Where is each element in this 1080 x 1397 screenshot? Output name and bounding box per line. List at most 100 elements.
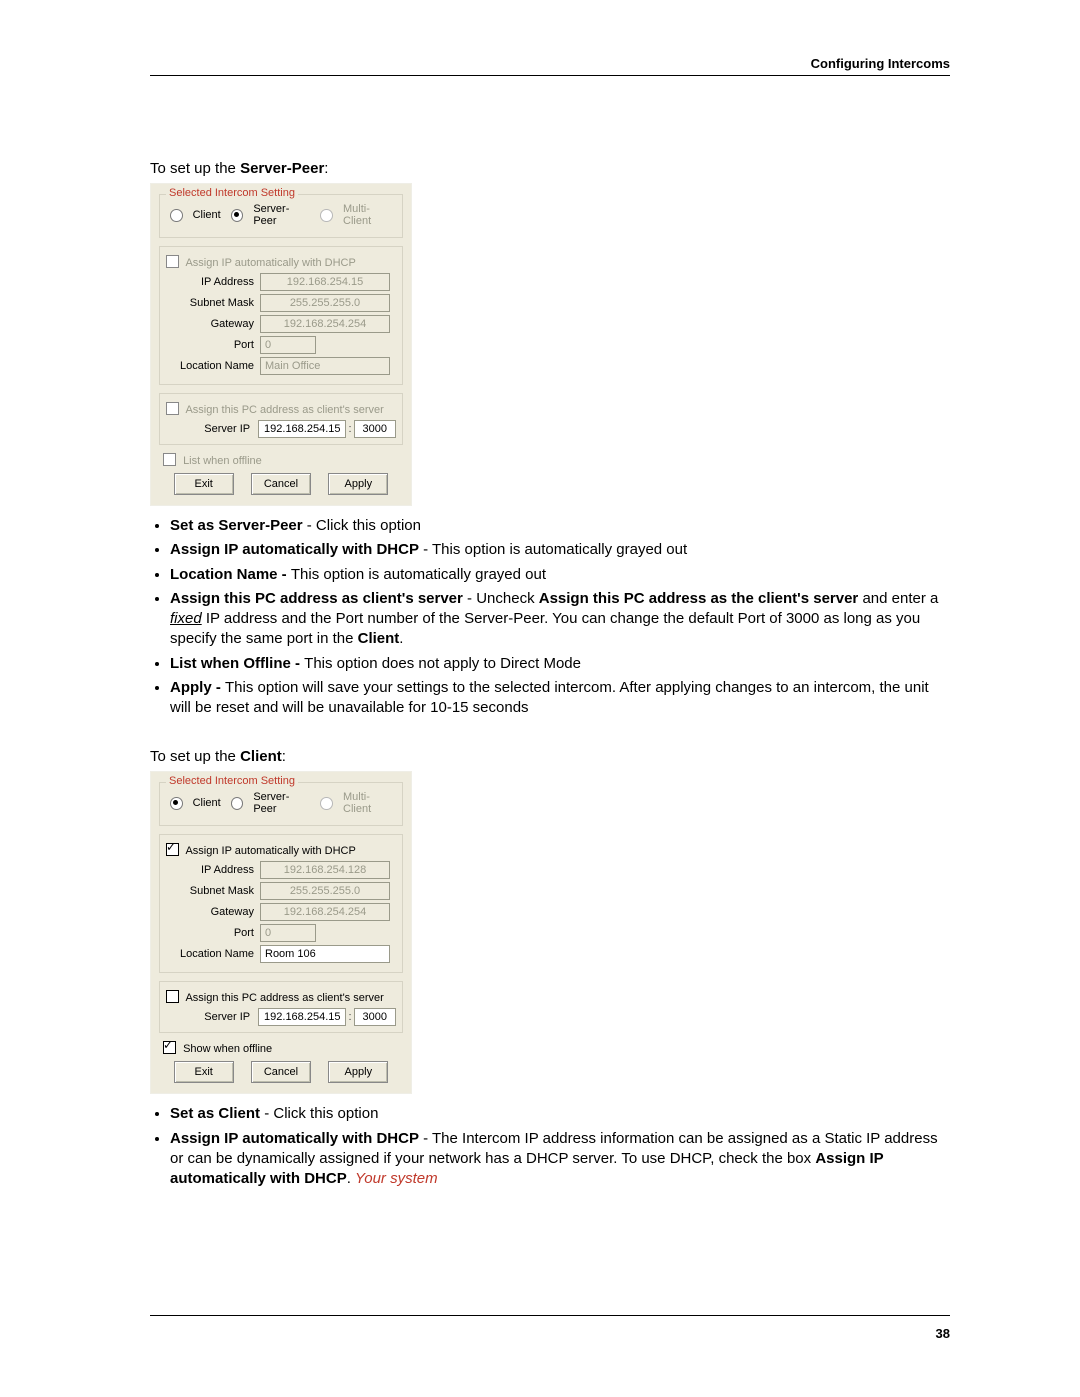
- mode-row: Client Server-Peer Multi-Client: [166, 203, 396, 231]
- server-peer-bullets: Set as Server-Peer - Click this option A…: [150, 516, 950, 718]
- server-peer-panel: Selected Intercom Setting Client Server-…: [150, 183, 412, 506]
- bullet-text: This option will save your settings to t…: [170, 679, 929, 716]
- cb-dhcp-c[interactable]: [166, 843, 179, 856]
- port-field: 0: [260, 336, 316, 354]
- label-location-c: Location Name: [166, 948, 260, 960]
- radio-client-c[interactable]: [170, 797, 183, 810]
- bullet-item: Set as Client - Click this option: [170, 1104, 950, 1124]
- bullet-text: This option does not apply to Direct Mod…: [304, 655, 581, 672]
- label-ip-c: IP Address: [166, 864, 260, 876]
- page-header-title: Configuring Intercoms: [150, 56, 950, 71]
- group-server-ip: Assign this PC address as client's serve…: [159, 393, 403, 445]
- gateway-field-c: 192.168.254.254: [260, 903, 390, 921]
- server-ip-colon: :: [348, 423, 351, 435]
- bullet-text: This option is automatically grayed out: [291, 566, 546, 583]
- label-subnet-c: Subnet Mask: [166, 885, 260, 897]
- lead-client-bold: Client: [240, 748, 282, 765]
- mode-client-label: Client: [193, 209, 221, 221]
- cancel-button[interactable]: Cancel: [251, 473, 311, 495]
- cb-dhcp-label: Assign IP automatically with DHCP: [185, 257, 355, 269]
- client-bullets: Set as Client - Click this option Assign…: [150, 1104, 950, 1189]
- server-ip-field[interactable]: 192.168.254.15: [258, 420, 346, 438]
- mode-client-label-c: Client: [193, 797, 221, 809]
- header-rule: [150, 75, 950, 76]
- bullet-text: and enter a: [858, 590, 938, 607]
- apply-button[interactable]: Apply: [328, 473, 388, 495]
- server-port-field-c[interactable]: 3000: [354, 1008, 396, 1026]
- server-ip-field-c[interactable]: 192.168.254.15: [258, 1008, 346, 1026]
- cb-show-offline[interactable]: [163, 1041, 176, 1054]
- bullet-item: Assign IP automatically with DHCP - This…: [170, 540, 950, 560]
- label-port: Port: [166, 339, 260, 351]
- gateway-field: 192.168.254.254: [260, 315, 390, 333]
- mode-multiclient-label-c: Multi-Client: [343, 791, 396, 815]
- mode-row-c: Client Server-Peer Multi-Client: [166, 791, 396, 819]
- client-panel: Selected Intercom Setting Client Server-…: [150, 771, 412, 1094]
- label-server-ip-c: Server IP: [166, 1011, 256, 1023]
- radio-client[interactable]: [170, 209, 183, 222]
- cb-assign-pc-label: Assign this PC address as client's serve…: [185, 404, 383, 416]
- bullet-bold: Assign IP automatically with DHCP: [170, 541, 419, 558]
- lead-server: To set up the Server-Peer:: [150, 160, 950, 177]
- lead-server-bold: Server-Peer: [240, 160, 324, 177]
- cancel-button-c[interactable]: Cancel: [251, 1061, 311, 1083]
- cb-assign-pc: [166, 402, 179, 415]
- bullet-item: Assign this PC address as client's serve…: [170, 589, 950, 650]
- radio-multi-client-c: [320, 797, 333, 810]
- label-gateway: Gateway: [166, 318, 260, 330]
- lead-client-prefix: To set up the: [150, 748, 240, 765]
- bullet-item: Apply - This option will save your setti…: [170, 678, 950, 719]
- bullet-text: - Uncheck: [463, 590, 539, 607]
- cb-list-offline-label: List when offline: [183, 455, 262, 467]
- subnet-field-c: 255.255.255.0: [260, 882, 390, 900]
- apply-button-c[interactable]: Apply: [328, 1061, 388, 1083]
- label-ip: IP Address: [166, 276, 260, 288]
- group-legend: Selected Intercom Setting: [166, 187, 298, 199]
- lead-client: To set up the Client:: [150, 748, 950, 765]
- footer-rule: [150, 1315, 950, 1316]
- label-location: Location Name: [166, 360, 260, 372]
- bullet-bold: Apply -: [170, 679, 225, 696]
- bullet-bold: Location Name -: [170, 566, 291, 583]
- label-server-ip: Server IP: [166, 423, 256, 435]
- server-port-field[interactable]: 3000: [354, 420, 396, 438]
- bullet-text: .: [399, 630, 403, 647]
- group-net: Assign IP automatically with DHCP IP Add…: [159, 246, 403, 385]
- location-field-c[interactable]: Room 106: [260, 945, 390, 963]
- bullet-text: - Click this option: [260, 1105, 378, 1122]
- bullet-text: IP address and the Port number of the Se…: [170, 610, 920, 647]
- bullet-text: .: [347, 1170, 355, 1187]
- mode-serverpeer-label: Server-Peer: [253, 203, 310, 227]
- group-legend-c: Selected Intercom Setting: [166, 775, 298, 787]
- exit-button[interactable]: Exit: [174, 473, 234, 495]
- ip-field-c: 192.168.254.128: [260, 861, 390, 879]
- lead-client-suffix: :: [282, 748, 286, 765]
- group-selected-intercom: Selected Intercom Setting Client Server-…: [159, 194, 403, 238]
- radio-server-peer[interactable]: [231, 209, 244, 222]
- bullet-bold: Set as Client: [170, 1105, 260, 1122]
- group-server-ip-c: Assign this PC address as client's serve…: [159, 981, 403, 1033]
- bullet-bold: Assign IP automatically with DHCP: [170, 1130, 419, 1147]
- ip-field: 192.168.254.15: [260, 273, 390, 291]
- bullet-text: - This option is automatically grayed ou…: [419, 541, 687, 558]
- lead-server-prefix: To set up the: [150, 160, 240, 177]
- bullet-bold: Set as Server-Peer: [170, 517, 303, 534]
- label-subnet: Subnet Mask: [166, 297, 260, 309]
- radio-multi-client: [320, 209, 333, 222]
- bullet-item: List when Offline - This option does not…: [170, 654, 950, 674]
- label-gateway-c: Gateway: [166, 906, 260, 918]
- bullet-item: Set as Server-Peer - Click this option: [170, 516, 950, 536]
- page-number: 38: [150, 1326, 950, 1341]
- cb-show-offline-label: Show when offline: [183, 1043, 272, 1055]
- cb-dhcp-label-c: Assign IP automatically with DHCP: [185, 845, 355, 857]
- exit-button-c[interactable]: Exit: [174, 1061, 234, 1083]
- label-port-c: Port: [166, 927, 260, 939]
- bullet-red-italic: Your system: [355, 1170, 438, 1187]
- cb-assign-pc-label-c: Assign this PC address as client's serve…: [185, 992, 383, 1004]
- location-field: Main Office: [260, 357, 390, 375]
- bullet-bold: List when Offline -: [170, 655, 304, 672]
- cb-assign-pc-c[interactable]: [166, 990, 179, 1003]
- port-field-c: 0: [260, 924, 316, 942]
- group-selected-intercom-c: Selected Intercom Setting Client Server-…: [159, 782, 403, 826]
- radio-server-peer-c[interactable]: [231, 797, 244, 810]
